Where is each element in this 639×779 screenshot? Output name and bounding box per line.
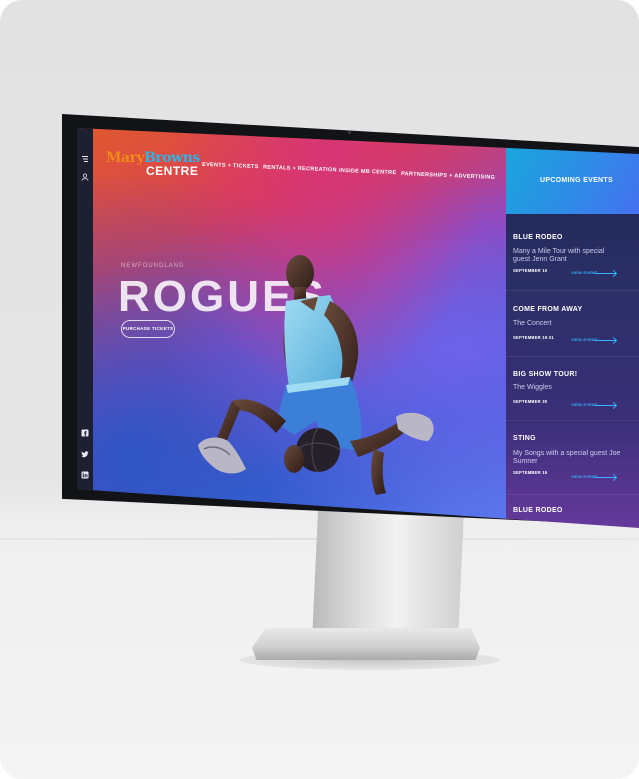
event-title: STING <box>513 435 536 442</box>
mary-browns-centre-logo[interactable]: MaryBrowns CENTRE <box>106 150 200 178</box>
facebook-icon[interactable] <box>80 429 90 439</box>
event-subtitle: Many a Mile Tour with special guest Jenn… <box>513 248 605 263</box>
event-divider <box>506 494 639 495</box>
purchase-tickets-button[interactable]: PURCHASE TICKETS <box>121 320 175 338</box>
event-date: SEPTEMBER 15 <box>513 470 548 475</box>
hero-eyebrow: NEWFOUNDLAND <box>121 263 185 269</box>
arrow-right-icon <box>594 405 616 406</box>
event-subtitle: The Wiggles <box>513 384 552 391</box>
event-divider <box>506 356 639 357</box>
event-subtitle: The Concert <box>513 320 552 327</box>
event-title: COME FROM AWAY <box>513 306 583 313</box>
event-date: SEPTEMBER 10 <box>513 268 548 273</box>
twitter-icon[interactable] <box>80 450 90 460</box>
monitor-stand-neck <box>312 510 464 642</box>
event-date: SEPTEMBER 19-21 <box>513 335 554 340</box>
mockup-background: MaryBrowns CENTRE EVENTS + TICKETS RENTA… <box>0 0 639 779</box>
event-title: BLUE RODEO <box>513 507 563 514</box>
monitor-camera <box>348 131 351 134</box>
event-title: BIG SHOW TOUR! <box>513 371 578 378</box>
logo-centre-text: CENTRE <box>146 164 199 178</box>
arrow-right-icon <box>594 273 616 274</box>
menu-icon[interactable] <box>80 155 90 165</box>
event-divider <box>506 420 639 421</box>
basketball-player-image <box>198 255 434 495</box>
event-divider <box>506 290 639 291</box>
event-title: BLUE RODEO <box>513 234 563 241</box>
event-date: SEPTEMBER 30 <box>513 399 548 404</box>
user-icon[interactable] <box>80 173 90 183</box>
upcoming-events-heading: UPCOMING EVENTS <box>540 177 613 184</box>
event-subtitle: My Songs with a special guest Joe Sumner <box>513 450 621 465</box>
arrow-right-icon <box>594 340 616 341</box>
monitor-stand-base <box>252 628 480 660</box>
arrow-right-icon <box>594 477 616 478</box>
linkedin-icon[interactable] <box>80 471 90 481</box>
